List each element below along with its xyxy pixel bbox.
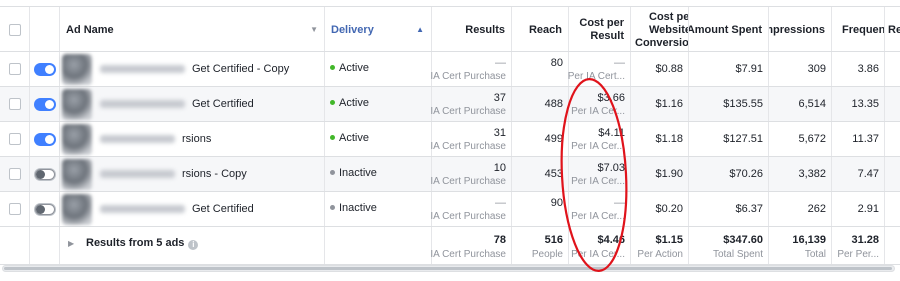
table-row[interactable]: Get Certified Inactive — IA Cert Purchase… — [0, 192, 900, 227]
delivery-status: Active — [339, 97, 369, 109]
ad-thumbnail[interactable] — [62, 159, 92, 190]
status-dot — [330, 65, 335, 70]
status-dot — [330, 205, 335, 210]
table-row[interactable]: rsions - Copy Inactive 10 IA Cert Purchas… — [0, 157, 900, 192]
expand-arrow-icon[interactable]: ▶ — [68, 239, 74, 248]
column-impressions[interactable]: Impressions — [769, 7, 832, 51]
ad-toggle[interactable] — [34, 203, 56, 216]
scrollbar-thumb[interactable] — [4, 267, 892, 270]
delivery-status: Active — [339, 62, 369, 74]
sort-ascending-icon[interactable]: ▲ — [416, 25, 424, 34]
ad-name-link[interactable]: Get Certified - Copy — [192, 63, 289, 75]
delivery-status: Inactive — [339, 167, 377, 179]
ad-name-link[interactable]: rsions - Copy — [182, 168, 247, 180]
ad-thumbnail[interactable] — [62, 124, 92, 155]
row-checkbox[interactable] — [9, 203, 21, 215]
ad-thumbnail[interactable] — [62, 54, 92, 85]
horizontal-scrollbar[interactable] — [2, 265, 895, 272]
sort-caret-icon[interactable]: ▼ — [310, 25, 318, 34]
status-dot — [330, 100, 335, 105]
table-row[interactable]: Get Certified - Copy Active — IA Cert Pur… — [0, 52, 900, 87]
ad-toggle[interactable] — [34, 98, 56, 111]
redacted-text — [100, 205, 185, 213]
column-cost-per-website-conversions[interactable]: Cost per Website Conversions — [631, 7, 689, 51]
column-reach[interactable]: Reach — [512, 7, 569, 51]
table-header: Ad Name ▼ Delivery ▲ Results Reach Cost … — [0, 6, 900, 52]
redacted-text — [100, 100, 185, 108]
redacted-text — [100, 65, 185, 73]
status-dot — [330, 135, 335, 140]
row-checkbox[interactable] — [9, 168, 21, 180]
table-row[interactable]: Get Certified Active 37 IA Cert Purchase … — [0, 87, 900, 122]
redacted-text — [100, 135, 175, 143]
column-delivery[interactable]: Delivery ▲ — [325, 7, 432, 51]
select-all-checkbox[interactable] — [9, 24, 21, 36]
ad-toggle[interactable] — [34, 168, 56, 181]
column-frequency[interactable]: Frequency — [832, 7, 885, 51]
ad-thumbnail[interactable] — [62, 89, 92, 120]
ad-name-link[interactable]: Get Certified — [192, 203, 254, 215]
column-cost-per-result[interactable]: Cost per Result — [569, 7, 631, 51]
row-checkbox[interactable] — [9, 63, 21, 75]
status-dot — [330, 170, 335, 175]
ad-name-link[interactable]: rsions — [182, 133, 211, 145]
results-summary-label: Results from 5 ads i — [86, 237, 199, 250]
table-row[interactable]: rsions Active 31 IA Cert Purchase 499 $4.… — [0, 122, 900, 157]
ad-thumbnail[interactable] — [62, 194, 92, 225]
delivery-status: Active — [339, 132, 369, 144]
redacted-text — [100, 170, 175, 178]
ad-name-link[interactable]: Get Certified — [192, 98, 254, 110]
results-summary-row: ▶ Results from 5 ads i 78 IA Cert Purchase… — [0, 227, 900, 265]
ad-toggle[interactable] — [34, 63, 56, 76]
row-checkbox[interactable] — [9, 98, 21, 110]
row-checkbox[interactable] — [9, 133, 21, 145]
delivery-status: Inactive — [339, 202, 377, 214]
column-results[interactable]: Results — [432, 7, 512, 51]
column-amount-spent[interactable]: Amount Spent — [689, 7, 769, 51]
column-ad-name[interactable]: Ad Name ▼ — [60, 7, 325, 51]
info-icon[interactable]: i — [188, 240, 199, 250]
ad-toggle[interactable] — [34, 133, 56, 146]
column-more[interactable]: Re — [885, 7, 900, 51]
